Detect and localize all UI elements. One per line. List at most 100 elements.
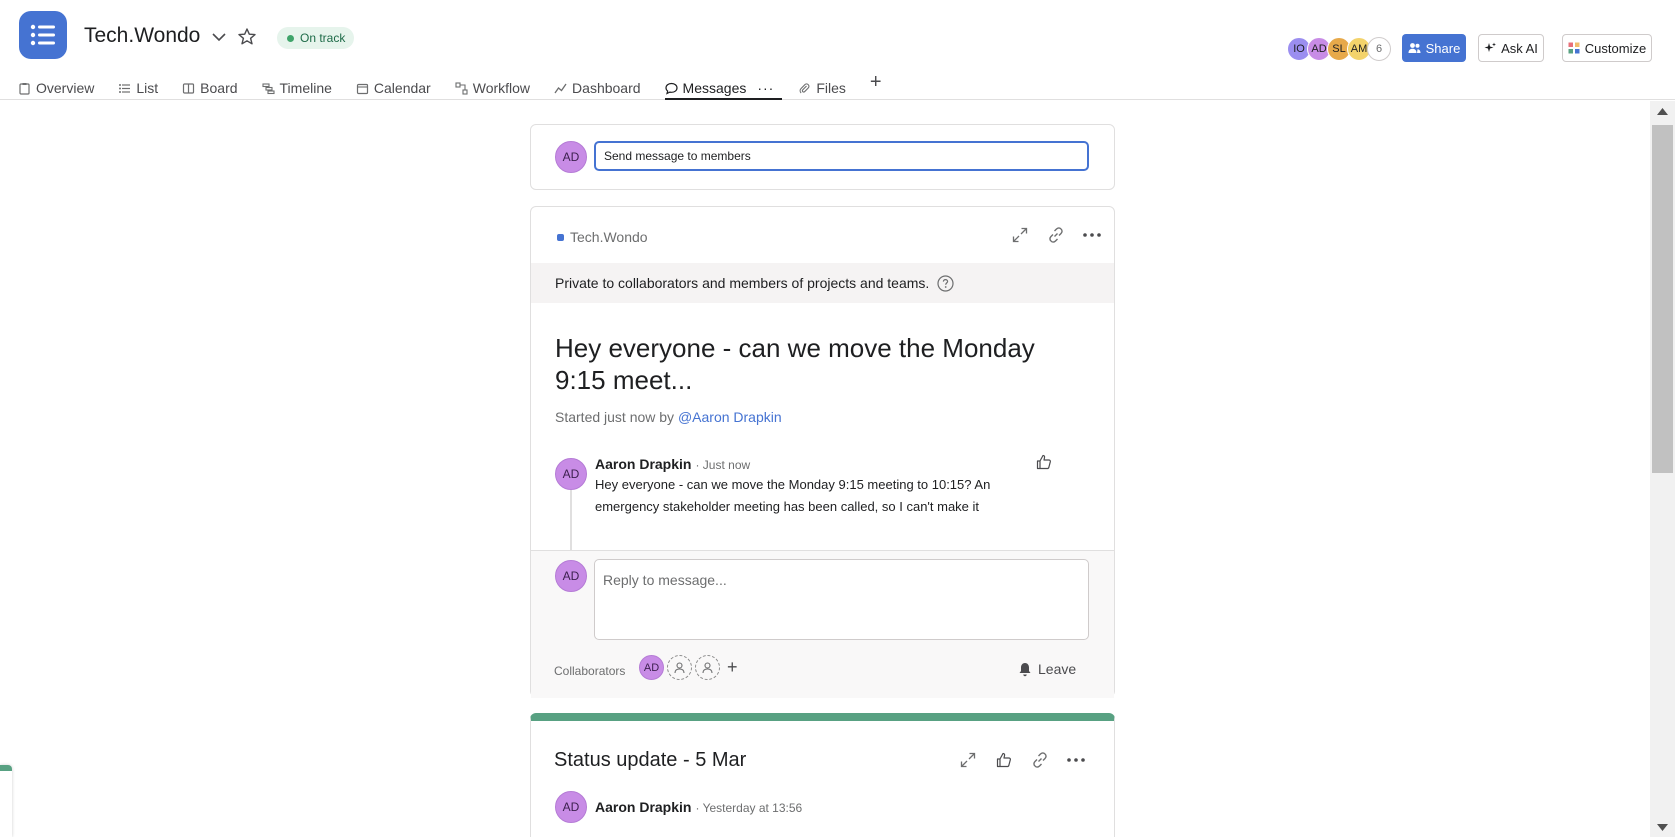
tab-dashboard[interactable]: Dashboard bbox=[554, 72, 641, 100]
add-tab-icon[interactable]: + bbox=[870, 71, 882, 94]
tab-label: Messages bbox=[682, 80, 747, 96]
messages-feed: AD Send message to members Tech.Wondo Pr… bbox=[0, 101, 1650, 837]
link-icon[interactable] bbox=[1029, 749, 1051, 771]
link-icon[interactable] bbox=[1045, 224, 1067, 246]
expand-icon[interactable] bbox=[1009, 224, 1031, 246]
project-tabs: Overview List Board Timeline Calendar Wo… bbox=[18, 71, 882, 100]
started-prefix: Started just now by bbox=[555, 409, 678, 425]
tab-label: Dashboard bbox=[572, 80, 641, 96]
tab-overview[interactable]: Overview bbox=[18, 72, 94, 100]
compose-card: AD Send message to members bbox=[530, 124, 1115, 190]
customize-button[interactable]: Customize bbox=[1562, 34, 1652, 62]
tab-board[interactable]: Board bbox=[182, 72, 238, 100]
author-link[interactable]: @Aaron Drapkin bbox=[678, 409, 782, 425]
customize-grid-icon bbox=[1568, 42, 1580, 54]
calendar-icon bbox=[356, 83, 369, 94]
tab-workflow[interactable]: Workflow bbox=[455, 72, 530, 100]
project-color-icon bbox=[557, 233, 564, 241]
tab-label: Files bbox=[816, 80, 846, 96]
status-update-title[interactable]: Status update - 5 Mar bbox=[554, 749, 746, 772]
started-by: Started just now by @Aaron Drapkin bbox=[555, 409, 782, 425]
plus-icon[interactable]: + bbox=[727, 657, 738, 678]
collaborator-avatar[interactable]: AD bbox=[639, 655, 664, 680]
project-header: Tech.Wondo On track Overview List Board … bbox=[0, 0, 1675, 100]
comment-author[interactable]: Aaron Drapkin bbox=[595, 456, 691, 472]
star-icon[interactable] bbox=[237, 27, 257, 47]
scroll-thumb[interactable] bbox=[1652, 125, 1673, 473]
more-horizontal-icon[interactable] bbox=[1081, 224, 1103, 246]
clipboard-icon bbox=[19, 82, 30, 95]
status-label: On track bbox=[300, 31, 346, 45]
people-icon bbox=[1408, 43, 1421, 53]
status-dot-icon bbox=[287, 34, 294, 42]
status-badge[interactable]: On track bbox=[277, 27, 355, 49]
side-panel-handle[interactable] bbox=[0, 765, 12, 837]
tab-calendar[interactable]: Calendar bbox=[356, 72, 431, 100]
reply-input[interactable]: Reply to message... bbox=[594, 559, 1089, 640]
share-label: Share bbox=[1425, 40, 1461, 56]
tab-label: Timeline bbox=[279, 80, 332, 96]
tab-label: Calendar bbox=[373, 80, 431, 96]
help-icon[interactable] bbox=[937, 274, 954, 292]
ask-ai-label: Ask AI bbox=[1501, 40, 1538, 56]
avatar: AD bbox=[555, 560, 587, 592]
workflow-icon bbox=[455, 81, 468, 95]
status-update-card: Status update - 5 Mar AD Aaron Drapkin ·… bbox=[530, 713, 1115, 837]
tab-label: Workflow bbox=[472, 80, 531, 96]
dashboard-icon bbox=[554, 83, 567, 93]
member-count[interactable]: 6 bbox=[1367, 37, 1391, 61]
reply-section: AD Reply to message... Collaborators AD … bbox=[531, 550, 1114, 698]
comment-body: Hey everyone - can we move the Monday 9:… bbox=[595, 477, 991, 514]
project-icon[interactable] bbox=[19, 11, 67, 59]
privacy-text: Private to collaborators and members of … bbox=[555, 275, 930, 291]
comment-time: · Just now bbox=[695, 458, 751, 472]
tab-label: Board bbox=[200, 80, 238, 96]
sparkle-icon bbox=[1484, 42, 1497, 52]
list-lines-icon bbox=[30, 24, 55, 46]
privacy-notice: Private to collaborators and members of … bbox=[531, 263, 1114, 303]
tab-timeline[interactable]: Timeline bbox=[261, 72, 332, 100]
project-tag-label: Tech.Wondo bbox=[570, 229, 648, 245]
add-collaborator-icon[interactable] bbox=[667, 655, 692, 680]
member-avatars[interactable]: IO AD SL AM 6 bbox=[1287, 37, 1391, 61]
scroll-down-icon[interactable] bbox=[1657, 824, 1668, 832]
ask-ai-button[interactable]: Ask AI bbox=[1478, 34, 1544, 62]
avatar: AD bbox=[555, 141, 587, 173]
customize-label: Customize bbox=[1584, 40, 1647, 56]
timeline-icon bbox=[261, 82, 275, 94]
thumbs-up-icon[interactable] bbox=[1033, 451, 1055, 473]
scrollbar[interactable] bbox=[1650, 101, 1675, 837]
share-button[interactable]: Share bbox=[1402, 34, 1466, 62]
tab-messages[interactable]: Messages ··· bbox=[664, 72, 783, 100]
status-author[interactable]: Aaron Drapkin bbox=[595, 799, 691, 815]
tab-list[interactable]: List bbox=[118, 72, 158, 100]
message-title: Hey everyone - can we move the Monday 9:… bbox=[555, 333, 1035, 395]
bell-icon bbox=[1019, 662, 1031, 676]
project-title[interactable]: Tech.Wondo bbox=[84, 24, 200, 48]
chevron-down-icon[interactable] bbox=[210, 28, 228, 46]
comment-header: Aaron Drapkin · Just now bbox=[595, 456, 750, 472]
avatar[interactable]: AD bbox=[555, 791, 587, 823]
message-icon bbox=[664, 82, 678, 95]
tab-files[interactable]: Files bbox=[798, 72, 846, 100]
leave-button[interactable]: Leave bbox=[1018, 661, 1076, 677]
more-horizontal-icon[interactable]: ··· bbox=[757, 80, 774, 96]
expand-icon[interactable] bbox=[957, 749, 979, 771]
add-collaborator-icon[interactable] bbox=[695, 655, 720, 680]
paperclip-icon bbox=[799, 82, 810, 93]
more-horizontal-icon[interactable] bbox=[1065, 749, 1087, 771]
tab-label: List bbox=[136, 80, 159, 96]
send-message-input[interactable]: Send message to members bbox=[594, 141, 1089, 171]
message-card: Tech.Wondo Private to collaborators and … bbox=[530, 206, 1115, 698]
project-tag[interactable]: Tech.Wondo bbox=[557, 229, 648, 245]
thumbs-up-icon[interactable] bbox=[993, 749, 1015, 771]
collaborators-label: Collaborators bbox=[554, 664, 626, 678]
avatar[interactable]: AD bbox=[555, 458, 587, 490]
thread-line bbox=[570, 490, 572, 552]
status-time: · Yesterday at 13:56 bbox=[695, 801, 803, 815]
scroll-up-icon[interactable] bbox=[1657, 107, 1668, 115]
status-author-line: Aaron Drapkin · Yesterday at 13:56 bbox=[595, 799, 802, 815]
tab-label: Overview bbox=[36, 80, 95, 96]
board-icon bbox=[183, 82, 195, 94]
list-icon bbox=[119, 83, 131, 93]
